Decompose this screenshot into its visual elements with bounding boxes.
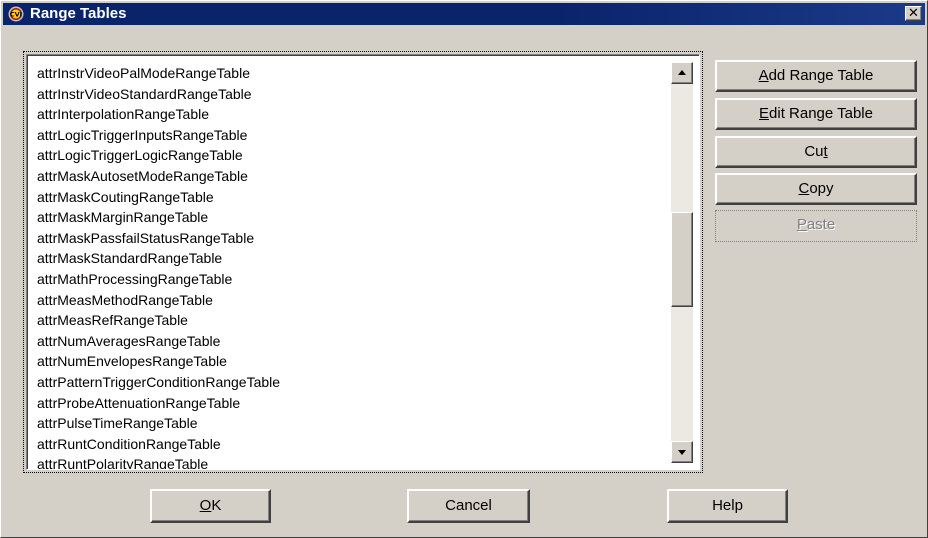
list-item[interactable]: attrMathProcessingRangeTable <box>37 269 669 290</box>
list-item[interactable]: attrInstrVideoPalModeRangeTable <box>37 63 669 84</box>
list-item[interactable]: attrMaskAutosetModeRangeTable <box>37 166 669 187</box>
edit-range-table-button[interactable]: Edit Range Table <box>715 98 917 130</box>
list-item[interactable]: attrLogicTriggerInputsRangeTable <box>37 125 669 146</box>
range-table-listbox[interactable]: attrInstrVideoPalModeRangeTable attrInstr… <box>23 51 703 473</box>
range-table-list[interactable]: attrInstrVideoPalModeRangeTable attrInstr… <box>37 63 669 469</box>
cvi-icon: CVI <box>8 6 24 22</box>
cut-button[interactable]: Cut <box>715 136 917 168</box>
list-item[interactable]: attrPatternTriggerConditionRangeTable <box>37 372 669 393</box>
arrow-up-icon <box>678 70 686 75</box>
list-item[interactable]: attrMeasMethodRangeTable <box>37 290 669 311</box>
list-item[interactable]: attrLogicTriggerLogicRangeTable <box>37 145 669 166</box>
list-item[interactable]: attrRuntConditionRangeTable <box>37 434 669 455</box>
list-item[interactable]: attrMaskCoutingRangeTable <box>37 187 669 208</box>
cancel-button[interactable]: Cancel <box>407 489 530 523</box>
list-item[interactable]: attrPulseTimeRangeTable <box>37 413 669 434</box>
list-item[interactable]: attrNumEnvelopesRangeTable <box>37 351 669 372</box>
range-tables-dialog: CVI Range Tables ✕ attrInstrVideoPalMode… <box>0 0 928 538</box>
copy-button[interactable]: Copy <box>715 173 917 205</box>
list-item[interactable]: attrProbeAttenuationRangeTable <box>37 393 669 414</box>
close-button[interactable]: ✕ <box>905 6 922 21</box>
scroll-down-button[interactable] <box>671 441 693 463</box>
scroll-up-button[interactable] <box>671 62 693 84</box>
vertical-scrollbar[interactable] <box>671 62 693 463</box>
close-icon: ✕ <box>908 5 919 20</box>
list-item[interactable]: attrInstrVideoStandardRangeTable <box>37 84 669 105</box>
list-item[interactable]: attrNumAveragesRangeTable <box>37 331 669 352</box>
svg-text:CVI: CVI <box>10 11 22 19</box>
window-title: Range Tables <box>30 5 127 22</box>
ok-button[interactable]: OK <box>150 489 271 523</box>
arrow-down-icon <box>678 450 686 455</box>
title-bar[interactable]: CVI Range Tables ✕ <box>3 3 925 25</box>
help-button[interactable]: Help <box>667 489 788 523</box>
add-range-table-button[interactable]: Add Range Table <box>715 60 917 92</box>
list-item[interactable]: attrMeasRefRangeTable <box>37 310 669 331</box>
list-item[interactable]: attrMaskStandardRangeTable <box>37 248 669 269</box>
list-item[interactable]: attrMaskMarginRangeTable <box>37 207 669 228</box>
paste-button: Paste <box>715 210 917 242</box>
list-item[interactable]: attrInterpolationRangeTable <box>37 104 669 125</box>
scroll-thumb[interactable] <box>671 212 693 307</box>
list-item[interactable]: attrMaskPassfailStatusRangeTable <box>37 228 669 249</box>
list-item[interactable]: attrRuntPolarityRangeTable <box>37 454 669 469</box>
